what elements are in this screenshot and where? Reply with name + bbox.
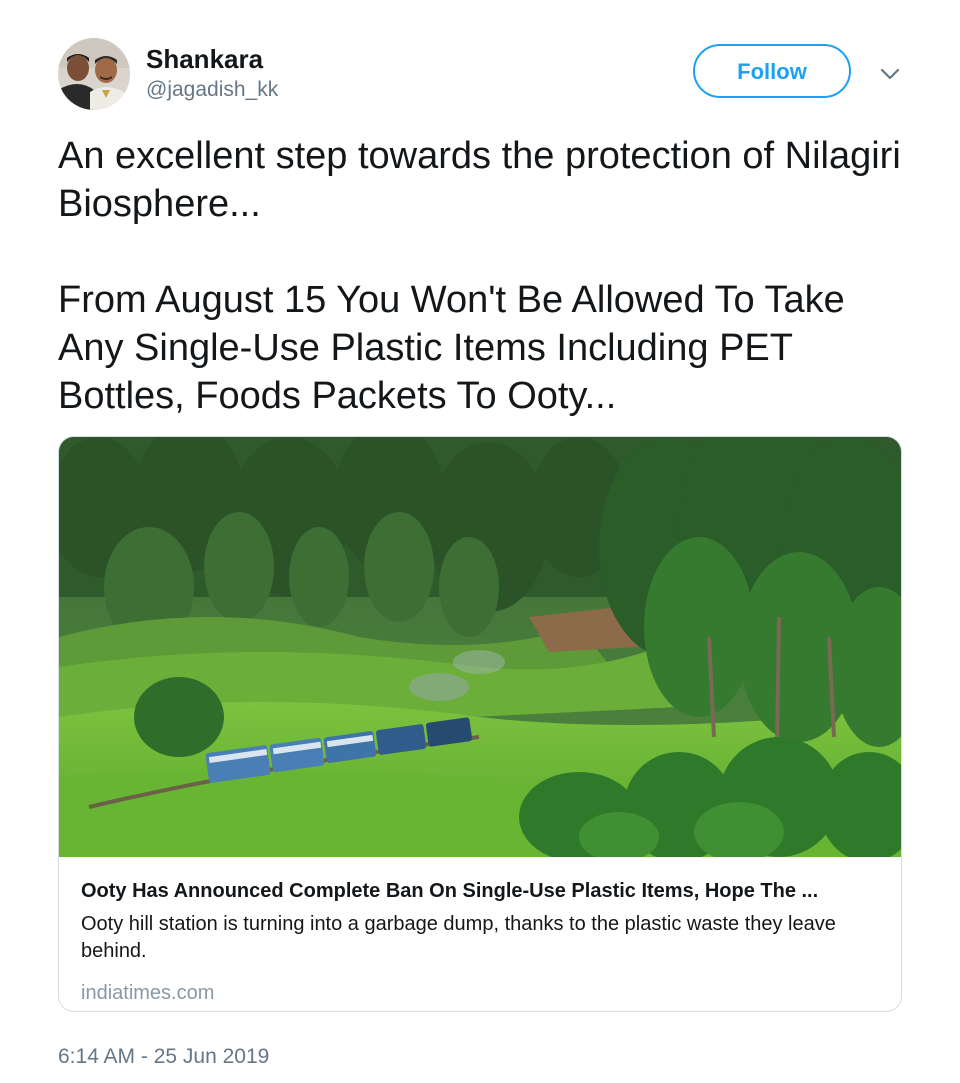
card-body: Ooty Has Announced Complete Ban On Singl… [81,877,881,1005]
user-handle[interactable]: @jagadish_kk [146,78,278,102]
card-domain: indiatimes.com [81,982,215,1004]
avatar-image [58,38,130,110]
card-image [59,437,901,857]
link-card[interactable]: Ooty Has Announced Complete Ban On Singl… [58,436,902,1012]
chevron-down-icon[interactable] [876,60,904,88]
tweet-timestamp[interactable]: 6:14 AM - 25 Jun 2019 [58,1044,269,1070]
tweet-paragraph: An excellent step towards the protection… [58,135,901,225]
display-name[interactable]: Shankara [146,44,263,74]
card-title[interactable]: Ooty Has Announced Complete Ban On Singl… [81,877,881,905]
follow-button[interactable]: Follow [693,44,851,98]
tweet-text: An excellent step towards the protection… [58,132,918,420]
card-description: Ooty hill station is turning into a garb… [81,913,836,962]
tweet: Shankara @jagadish_kk Follow An excellen… [0,0,960,1083]
avatar[interactable] [58,38,130,110]
tweet-paragraph: From August 15 You Won't Be Allowed To T… [58,279,845,417]
